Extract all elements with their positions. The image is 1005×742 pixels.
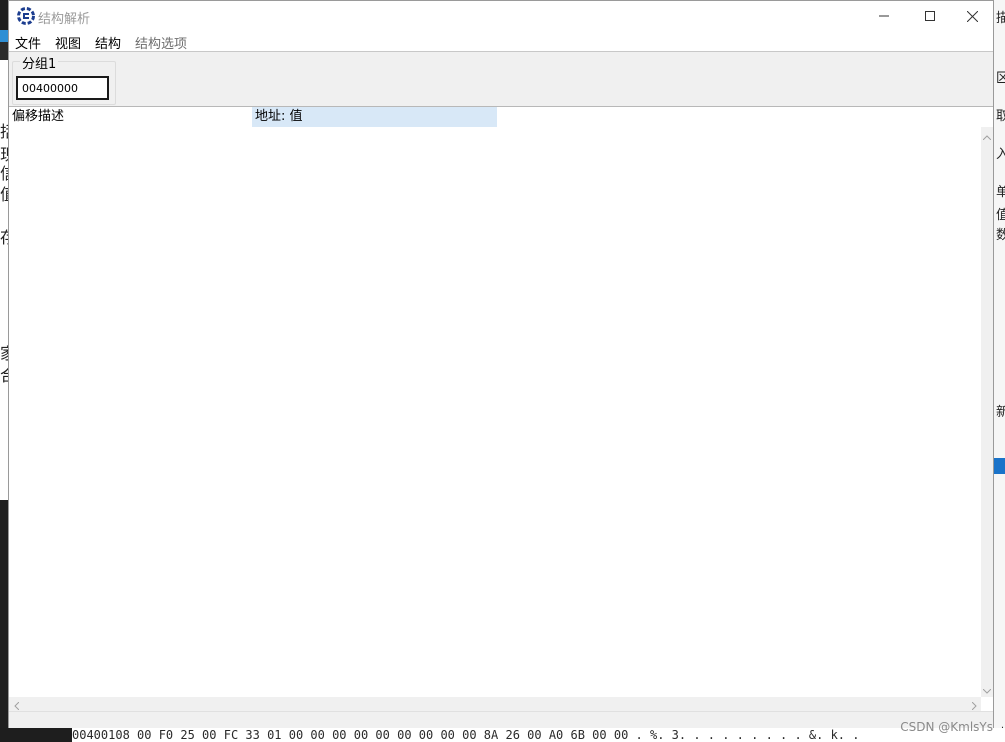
minimize-icon bbox=[879, 11, 889, 21]
background-selection-strip bbox=[994, 458, 1005, 474]
title-bar[interactable]: 结构解析 bbox=[9, 1, 993, 31]
window-title: 结构解析 bbox=[38, 12, 91, 27]
background-text-fragment: 取 bbox=[996, 109, 1005, 124]
background-text-fragment: 新 bbox=[996, 405, 1005, 420]
maximize-button[interactable] bbox=[907, 1, 953, 31]
chevron-up-icon bbox=[982, 125, 992, 144]
scroll-down-button[interactable] bbox=[981, 681, 993, 695]
column-header-address-value[interactable]: 地址: 值 bbox=[252, 107, 497, 127]
scroll-right-button[interactable] bbox=[967, 697, 981, 711]
column-header-offset-description[interactable]: 偏移描述 bbox=[9, 107, 251, 127]
background-text-fragment: 单 bbox=[996, 185, 1005, 200]
background-window-left: 括 现 信 值 存 家 合 bbox=[0, 0, 16, 742]
menu-structure[interactable]: 结构 bbox=[95, 33, 121, 52]
background-dark-panel bbox=[0, 500, 8, 742]
status-bar bbox=[9, 711, 993, 728]
close-button[interactable] bbox=[949, 1, 995, 31]
menu-bar: 文件 视图 结构 结构选项 bbox=[9, 31, 993, 52]
menu-structure-options[interactable]: 结构选项 bbox=[135, 33, 187, 52]
background-window-right: 描 区 取 入 单 值 数 新 表 bbox=[994, 0, 1005, 742]
maximize-icon bbox=[925, 11, 935, 21]
group-label: 分组1 bbox=[20, 53, 59, 72]
group-box: 分组1 bbox=[12, 53, 116, 105]
structure-dissect-window: 结构解析 文件 视图 结构 结构选项 分组1 偏移描述 地址: 值 bbox=[8, 0, 994, 728]
background-dark-strip bbox=[0, 42, 8, 60]
close-icon bbox=[966, 10, 978, 22]
background-text-fragment: 描 bbox=[996, 11, 1005, 26]
vertical-scrollbar[interactable] bbox=[981, 127, 993, 697]
group-panel: 分组1 bbox=[9, 52, 993, 107]
background-text-fragment: 值 bbox=[996, 208, 1005, 223]
background-text-fragment: 数 bbox=[996, 228, 1005, 243]
background-text-fragment: 区 bbox=[996, 71, 1005, 86]
watermark: CSDN @KmlsYs bbox=[900, 720, 993, 734]
horizontal-scrollbar[interactable] bbox=[9, 697, 981, 711]
scroll-left-button[interactable] bbox=[9, 697, 23, 711]
menu-file[interactable]: 文件 bbox=[15, 33, 41, 52]
menu-view[interactable]: 视图 bbox=[55, 33, 81, 52]
chevron-down-icon bbox=[982, 679, 992, 698]
background-accent-strip bbox=[0, 30, 8, 42]
cheat-engine-icon bbox=[17, 7, 35, 25]
structure-list[interactable]: 偏移描述 地址: 值 bbox=[9, 107, 993, 711]
address-input[interactable] bbox=[16, 76, 109, 100]
hex-dump-line: 00400108 00 F0 25 00 FC 33 01 00 00 00 0… bbox=[72, 728, 860, 742]
background-text-fragment: 入 bbox=[996, 147, 1005, 162]
background-dark-panel bbox=[0, 728, 72, 742]
background-taskbar-strip bbox=[0, 0, 8, 30]
scroll-up-button[interactable] bbox=[981, 127, 993, 141]
minimize-button[interactable] bbox=[861, 1, 907, 31]
background-hex-view: 00400108 00 F0 25 00 FC 33 01 00 00 00 0… bbox=[0, 728, 1005, 742]
